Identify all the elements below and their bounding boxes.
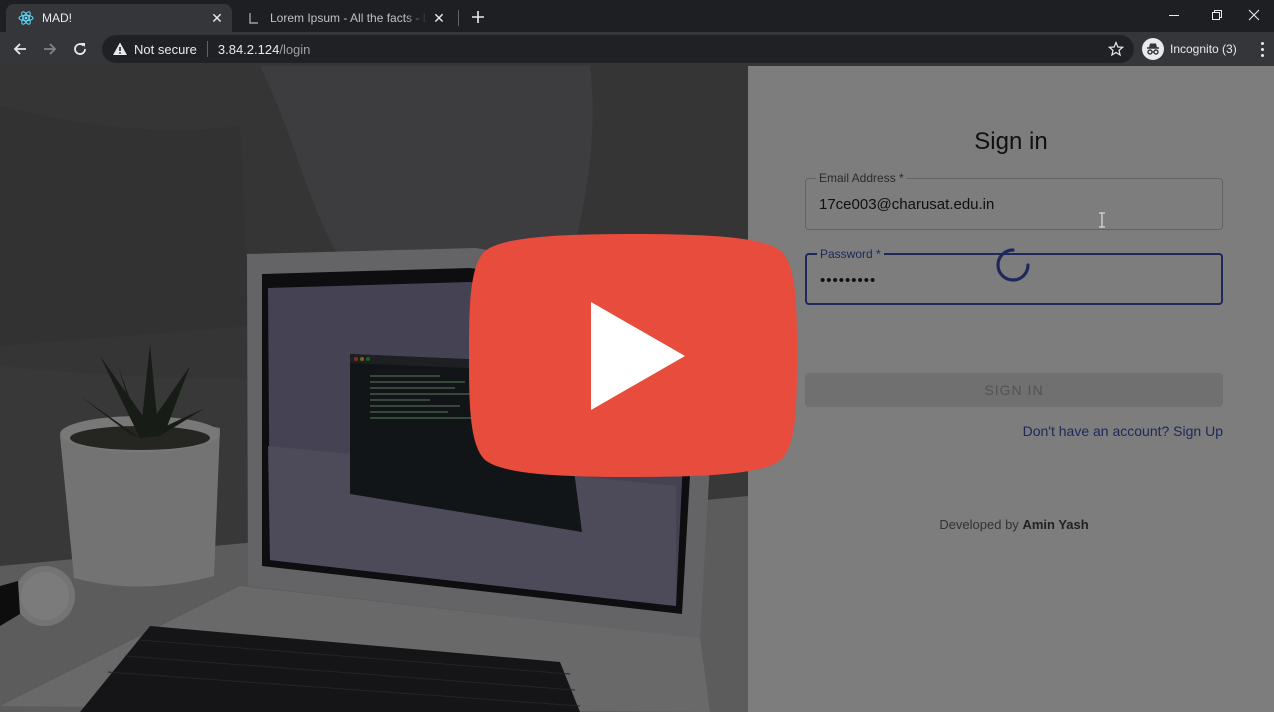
close-tab-icon[interactable]: ✕: [428, 7, 450, 29]
close-window-button[interactable]: [1234, 0, 1274, 30]
close-tab-icon[interactable]: ✕: [206, 7, 228, 29]
minimize-button[interactable]: [1154, 0, 1194, 30]
arrow-left-icon: [13, 43, 26, 55]
tab-divider: [458, 10, 459, 26]
react-icon: [18, 10, 34, 26]
incognito-label: Incognito (3): [1170, 42, 1237, 56]
arrow-right-icon: [44, 43, 57, 55]
new-tab-button[interactable]: [466, 5, 490, 29]
developer-credit: Developed by Amin Yash: [748, 517, 1274, 532]
browser-menu-button[interactable]: [1254, 38, 1270, 60]
password-label: Password *: [817, 247, 884, 261]
close-icon: [1248, 9, 1260, 21]
back-button[interactable]: [6, 36, 34, 62]
restore-icon: [1212, 10, 1222, 20]
incognito-icon: [1142, 38, 1164, 60]
restore-button[interactable]: [1197, 0, 1237, 30]
text-cursor-icon: [1099, 212, 1105, 228]
email-field[interactable]: Email Address *: [805, 171, 1223, 230]
reload-icon: [74, 43, 86, 55]
plus-icon: [472, 11, 484, 23]
minimize-icon: [1169, 15, 1179, 16]
email-label: Email Address *: [816, 171, 907, 185]
forward-button[interactable]: [36, 36, 64, 62]
tab-title: Lorem Ipsum - All the facts - Lipsum gen…: [270, 11, 428, 25]
credit-prefix: Developed by: [939, 517, 1019, 532]
credit-author: Amin Yash: [1022, 517, 1089, 532]
reload-button[interactable]: [66, 36, 94, 62]
sign-in-button[interactable]: SIGN IN: [805, 373, 1223, 407]
warning-icon: [112, 41, 128, 57]
tab-title: MAD!: [42, 11, 72, 25]
incognito-indicator[interactable]: Incognito (3): [1142, 37, 1237, 61]
tab-mad[interactable]: MAD! ✕: [6, 4, 232, 32]
email-input[interactable]: [819, 196, 1199, 213]
omnibox-divider: [206, 41, 208, 57]
bookmark-star-icon[interactable]: [1107, 40, 1125, 57]
security-label[interactable]: Not secure: [134, 42, 197, 57]
address-bar[interactable]: Not secure 3.84.2.124/login: [102, 35, 1134, 63]
sign-up-link[interactable]: Don't have an account? Sign Up: [1000, 423, 1223, 439]
url-path: /login: [279, 41, 311, 57]
browser-toolbar: Not secure 3.84.2.124/login Incognito (3…: [0, 32, 1274, 66]
lipsum-icon: [246, 10, 262, 26]
tab-strip: MAD! ✕ Lorem Ipsum - All the facts - Lip…: [0, 0, 1274, 32]
sign-in-heading: Sign in: [974, 128, 1048, 155]
url-host: 3.84.2.124: [217, 41, 280, 57]
loading-spinner-icon: [996, 248, 1030, 282]
play-button-icon[interactable]: [467, 232, 799, 479]
tab-lipsum[interactable]: Lorem Ipsum - All the facts - Lipsum gen…: [238, 4, 454, 32]
